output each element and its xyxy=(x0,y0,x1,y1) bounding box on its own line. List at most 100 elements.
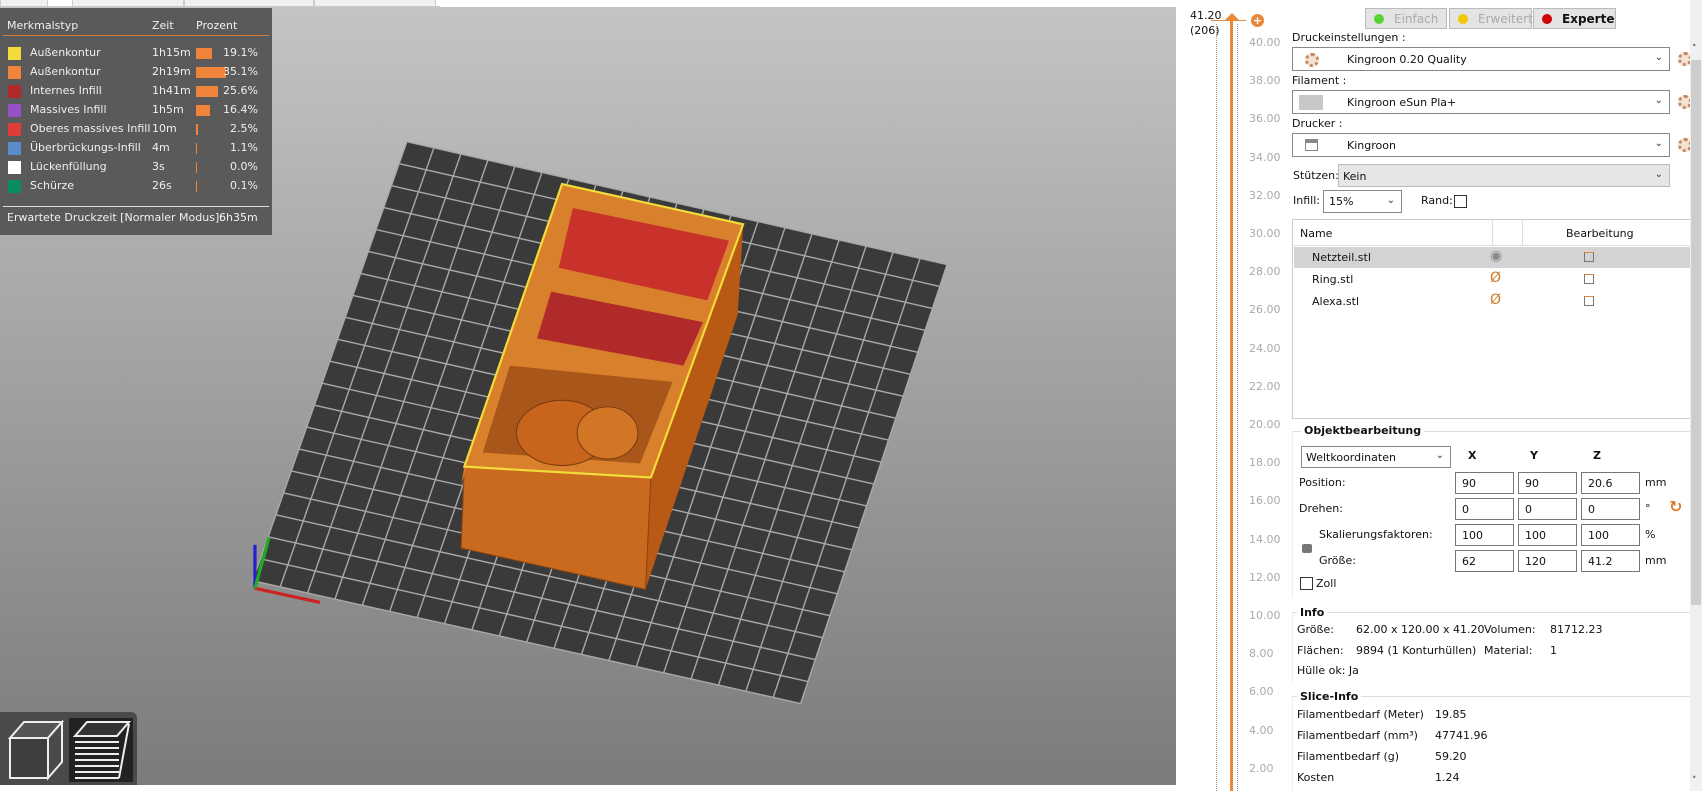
legend-feature-time: 1h41m xyxy=(152,84,191,97)
add-color-change-icon[interactable]: + xyxy=(1251,14,1264,27)
print-settings-label: Druckeinstellungen : xyxy=(1292,31,1406,44)
legend-feature-percent: 16.4% xyxy=(223,103,258,116)
infill-value: 15% xyxy=(1329,195,1354,208)
slider-tick-label: 8.00 xyxy=(1249,647,1274,661)
legend-header-percent: Prozent xyxy=(196,19,238,32)
slider-tick-label: 36.00 xyxy=(1249,112,1281,126)
filament-value: Kingroon eSun Pla+ xyxy=(1347,96,1457,109)
view-toggle-panel xyxy=(0,712,137,785)
inches-checkbox[interactable] xyxy=(1300,577,1313,590)
slider-tick-label: 40.00 xyxy=(1249,36,1281,49)
layer-slider[interactable]: 41.20 (206) + 40.00 38.00 36.00 34.00 32.00 3… xyxy=(1176,0,1286,791)
manipulation-input-y[interactable]: 0 xyxy=(1518,498,1577,520)
unit-label: mm xyxy=(1645,554,1667,567)
manipulation-input-y[interactable]: 90 xyxy=(1518,472,1577,494)
tab-print-settings[interactable] xyxy=(72,0,184,7)
manipulation-input-z[interactable]: 20.6 xyxy=(1581,472,1640,494)
info-size-label: Größe: xyxy=(1297,623,1334,636)
slider-tick-label: 38.00 xyxy=(1249,74,1281,88)
legend-color-swatch xyxy=(8,142,21,155)
filament-combo[interactable]: Kingroon eSun Pla+ ⌄ xyxy=(1292,90,1670,114)
tab-filament-settings[interactable] xyxy=(184,0,314,7)
tab-printer-settings[interactable] xyxy=(314,0,436,7)
slider-track[interactable] xyxy=(1230,20,1233,791)
supports-combo[interactable]: Kein ⌄ xyxy=(1338,164,1670,187)
mode-button-experte[interactable]: Experte xyxy=(1533,8,1616,29)
scroll-down-icon[interactable]: ˅ xyxy=(1692,776,1697,786)
printer-label: Drucker : xyxy=(1292,117,1343,130)
slider-thumb[interactable] xyxy=(1225,13,1239,20)
object-list: Name Bearbeitung Netzteil.stl ◉ Ring.stl Ø A… xyxy=(1292,219,1691,419)
legend-color-swatch xyxy=(8,161,21,174)
slider-tick-label: 16.00 xyxy=(1249,494,1281,508)
object-row[interactable]: Alexa.stl Ø xyxy=(1294,291,1690,312)
legend-feature-name: Internes Infill xyxy=(30,84,102,97)
manipulation-input-x[interactable]: 100 xyxy=(1455,524,1514,546)
lock-icon[interactable] xyxy=(1302,544,1312,553)
manipulation-input-z[interactable]: 100 xyxy=(1581,524,1640,546)
supports-label: Stützen: xyxy=(1293,169,1339,182)
edit-settings-icon[interactable] xyxy=(1584,252,1594,262)
chevron-down-icon: ⌄ xyxy=(1435,450,1444,461)
manipulation-input-z[interactable]: 0 xyxy=(1581,498,1640,520)
slice-info-value: 19.85 xyxy=(1435,708,1467,721)
legend-feature-time: 2h19m xyxy=(152,65,191,78)
legend-feature-percent: 25.6% xyxy=(223,84,258,97)
slice-info-title: Slice-Info xyxy=(1297,690,1362,703)
manipulation-input-x[interactable]: 0 xyxy=(1455,498,1514,520)
manipulation-input-y[interactable]: 100 xyxy=(1518,524,1577,546)
slider-tick-label: 34.00 xyxy=(1249,150,1281,164)
supports-value: Kein xyxy=(1343,170,1367,183)
manipulation-input-z[interactable]: 41.2 xyxy=(1581,550,1640,572)
slice-info-value: 59.20 xyxy=(1435,750,1467,763)
print-settings-value: Kingroon 0.20 Quality xyxy=(1347,53,1467,66)
coordinate-system-combo[interactable]: Weltkoordinaten ⌄ xyxy=(1301,446,1451,468)
scroll-up-icon[interactable]: ˄ xyxy=(1692,44,1697,54)
manipulation-input-y[interactable]: 120 xyxy=(1518,550,1577,572)
legend-percent-bar xyxy=(196,48,213,59)
legend-row: Oberes massives Infill 10m 2.5% xyxy=(0,120,272,139)
object-row[interactable]: Netzteil.stl ◉ xyxy=(1294,247,1690,268)
sidebar-scrollbar[interactable]: ˄ ˅ xyxy=(1690,0,1702,791)
reset-rotation-icon[interactable]: ↻ xyxy=(1669,497,1682,516)
estimated-time-value: 6h35m xyxy=(219,211,258,224)
slider-top-line xyxy=(1211,20,1246,21)
infill-label: Infill: xyxy=(1293,194,1320,207)
legend-panel: Merkmalstyp Zeit Prozent Außenkontur 1h15… xyxy=(0,8,272,235)
legend-color-swatch xyxy=(8,85,21,98)
info-manifold: Hülle ok: Ja xyxy=(1297,664,1359,677)
mode-button-einfach[interactable]: Einfach xyxy=(1365,8,1447,29)
print-settings-combo[interactable]: Kingroon 0.20 Quality ⌄ xyxy=(1292,47,1670,71)
mode-button-erweitert[interactable]: Erweitert xyxy=(1449,8,1533,29)
infill-combo[interactable]: 15% ⌄ xyxy=(1323,190,1402,213)
eye-hidden-icon[interactable]: Ø xyxy=(1490,270,1501,286)
edit-settings-icon[interactable] xyxy=(1584,296,1594,306)
manipulation-input-x[interactable]: 62 xyxy=(1455,550,1514,572)
eye-icon[interactable]: ◉ xyxy=(1490,248,1502,264)
3d-view-button[interactable] xyxy=(4,718,65,782)
legend-feature-name: Außenkontur xyxy=(30,46,101,59)
object-row[interactable]: Ring.stl Ø xyxy=(1294,269,1690,290)
scrollbar-thumb[interactable] xyxy=(1691,60,1701,605)
preview-view-button[interactable] xyxy=(69,718,133,782)
eye-hidden-icon[interactable]: Ø xyxy=(1490,292,1501,308)
manipulation-input-x[interactable]: 90 xyxy=(1455,472,1514,494)
legend-color-swatch xyxy=(8,104,21,117)
slider-ruler xyxy=(1216,24,1217,791)
info-facets-value: 9894 (1 Konturhüllen) xyxy=(1356,644,1477,657)
brim-checkbox[interactable] xyxy=(1454,195,1467,208)
legend-feature-name: Schürze xyxy=(30,179,75,192)
legend-feature-percent: 35.1% xyxy=(223,65,258,78)
coordinate-system-value: Weltkoordinaten xyxy=(1306,451,1396,464)
legend-feature-name: Lückenfüllung xyxy=(30,160,107,173)
printer-value: Kingroon xyxy=(1347,139,1396,152)
edit-settings-icon[interactable] xyxy=(1584,274,1594,284)
legend-feature-percent: 0.1% xyxy=(230,179,258,192)
tab-plater[interactable] xyxy=(0,0,48,7)
legend-feature-percent: 0.0% xyxy=(230,160,258,173)
printer-combo[interactable]: Kingroon ⌄ xyxy=(1292,133,1670,157)
mode-label: Erweitert xyxy=(1478,12,1533,26)
slice-info-label: Kosten xyxy=(1297,771,1335,784)
object-name: Netzteil.stl xyxy=(1312,251,1371,264)
slice-info-value: 1.24 xyxy=(1435,771,1460,784)
